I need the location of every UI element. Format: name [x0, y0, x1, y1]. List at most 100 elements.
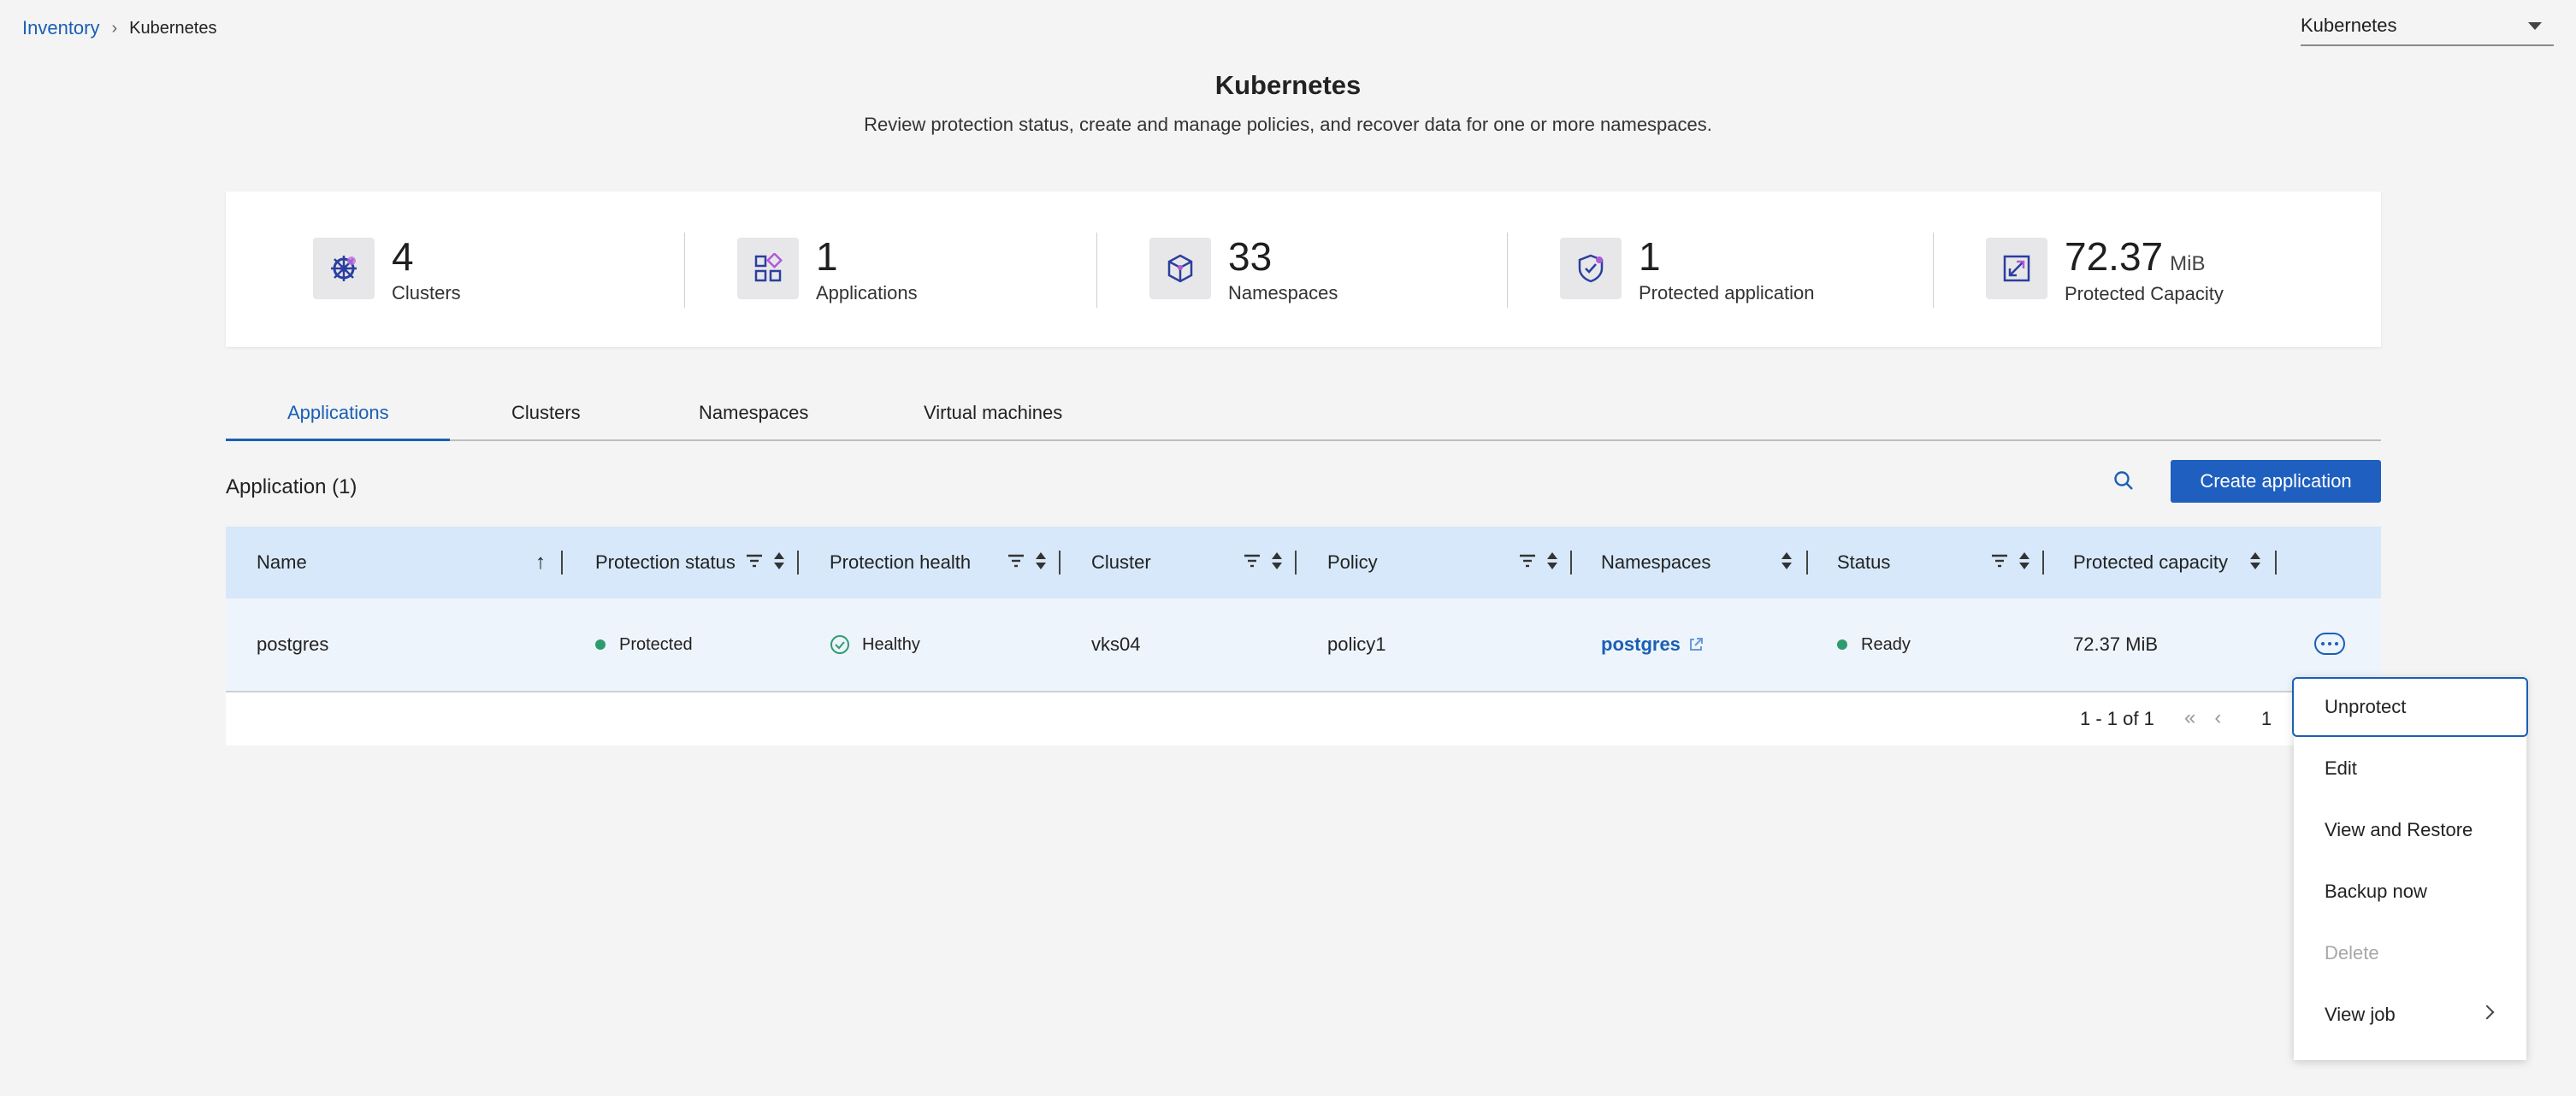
create-application-button[interactable]: Create application — [2171, 460, 2381, 503]
sort-icon[interactable] — [2249, 551, 2261, 575]
table-row[interactable]: postgres Protected Healthy vks04 policy1… — [226, 598, 2381, 692]
column-resizer[interactable] — [2042, 551, 2044, 575]
status-dot-icon — [595, 639, 606, 650]
stat-clusters-value: 4 — [392, 234, 414, 279]
col-protected-capacity-header[interactable]: Protected capacity — [2073, 527, 2228, 598]
protection-status-text: Protected — [619, 634, 693, 654]
stat-clusters-label: Clusters — [392, 282, 461, 303]
divider — [684, 233, 685, 308]
caret-down-icon — [2528, 21, 2542, 30]
divider — [1507, 233, 1508, 308]
stat-applications-label: Applications — [816, 282, 918, 303]
cell-status: Ready — [1837, 598, 1911, 691]
stat-protected-apps: 1 Protected application — [1560, 234, 1815, 304]
product-select[interactable]: Kubernetes — [2301, 7, 2554, 46]
menu-item-view-restore[interactable]: View and Restore — [2294, 800, 2526, 860]
col-policy-header[interactable]: Policy — [1327, 527, 1378, 598]
sort-icon[interactable] — [1546, 551, 1558, 575]
page-subtitle: Review protection status, create and man… — [864, 114, 1712, 135]
stat-namespaces-label: Namespaces — [1228, 282, 1338, 303]
filter-icon[interactable] — [1991, 554, 2008, 572]
breadcrumb-inventory-link[interactable]: Inventory — [22, 17, 100, 39]
stat-capacity-label: Protected Capacity — [2065, 283, 2224, 304]
stat-clusters: 4 Clusters — [313, 234, 461, 304]
previous-page-icon[interactable]: ‹ — [2214, 706, 2221, 730]
stat-capacity-unit: MiB — [2170, 252, 2206, 275]
tab-bar: Applications Clusters Namespaces Virtual… — [226, 393, 2381, 441]
pagination-range: 1 - 1 of 1 — [2080, 708, 2154, 729]
col-namespaces-header[interactable]: Namespaces — [1601, 527, 1710, 598]
cell-cluster: vks04 — [1091, 633, 1141, 655]
cell-name: postgres — [257, 633, 329, 655]
filter-icon[interactable] — [1007, 554, 1025, 572]
cell-policy: policy1 — [1327, 633, 1386, 655]
first-page-icon[interactable]: « — [2184, 706, 2195, 730]
expand-icon — [1986, 238, 2047, 299]
kubernetes-wheel-icon — [313, 238, 375, 299]
status-dot-icon — [1837, 639, 1847, 650]
search-icon — [2114, 471, 2133, 490]
menu-item-backup-now[interactable]: Backup now — [2294, 862, 2526, 922]
stat-protected-apps-value: 1 — [1639, 234, 1661, 279]
col-protection-status-header[interactable]: Protection status — [595, 527, 736, 598]
menu-item-unprotect[interactable]: Unprotect — [2292, 677, 2528, 737]
column-resizer[interactable] — [797, 551, 799, 575]
product-select-value: Kubernetes — [2301, 15, 2397, 36]
check-circle-icon — [830, 635, 849, 654]
col-protection-health-header[interactable]: Protection health — [830, 527, 971, 598]
column-resizer[interactable] — [1570, 551, 1572, 575]
stat-capacity: 72.37 MiB Protected Capacity — [1986, 237, 2224, 305]
breadcrumb: Inventory › Kubernetes — [22, 17, 216, 39]
column-resizer[interactable] — [1806, 551, 1808, 575]
shield-check-icon — [1560, 238, 1622, 299]
row-actions-button[interactable] — [2314, 633, 2345, 655]
col-cluster-header[interactable]: Cluster — [1091, 527, 1151, 598]
stat-capacity-value: 72.37 — [2065, 234, 2164, 279]
cell-protection-status: Protected — [595, 598, 693, 691]
sort-icon[interactable] — [2018, 551, 2030, 575]
sort-icon[interactable] — [1271, 551, 1283, 575]
summary-card: 4 Clusters 1 Applications 33 Namespaces … — [226, 192, 2381, 347]
stat-applications: 1 Applications — [737, 234, 918, 304]
column-resizer[interactable] — [561, 551, 563, 575]
sort-icon[interactable] — [773, 551, 785, 575]
applications-table: Name ↑ Protection status Protection heal… — [226, 527, 2381, 745]
chevron-right-icon — [2479, 1005, 2495, 1020]
menu-item-view-job-label: View job — [2325, 1004, 2396, 1025]
sort-icon[interactable] — [1035, 551, 1047, 575]
col-name-header[interactable]: Name — [257, 527, 307, 598]
cube-icon — [1149, 238, 1211, 299]
filter-icon[interactable] — [1244, 554, 1261, 572]
column-resizer[interactable] — [1295, 551, 1297, 575]
menu-item-view-job[interactable]: View job — [2294, 985, 2526, 1045]
sort-asc-icon[interactable]: ↑ — [535, 551, 546, 575]
col-status-header[interactable]: Status — [1837, 527, 1890, 598]
column-resizer[interactable] — [2275, 551, 2277, 575]
cell-namespaces: postgres — [1601, 598, 1705, 691]
more-dots-icon — [2328, 642, 2331, 645]
external-link-icon[interactable] — [1687, 636, 1705, 653]
menu-item-delete: Delete — [2325, 942, 2379, 963]
tab-virtual-machines[interactable]: Virtual machines — [924, 402, 1062, 424]
column-resizer[interactable] — [1059, 551, 1061, 575]
filter-icon[interactable] — [1519, 554, 1536, 572]
current-page[interactable]: 1 — [2261, 708, 2272, 730]
divider — [1096, 233, 1097, 308]
cell-protection-health: Healthy — [830, 598, 920, 691]
tab-namespaces[interactable]: Namespaces — [699, 402, 808, 424]
tab-applications[interactable]: Applications — [287, 402, 389, 424]
filter-icon[interactable] — [746, 554, 763, 572]
active-tab-indicator — [226, 439, 450, 441]
stat-applications-value: 1 — [816, 234, 838, 279]
stat-protected-apps-label: Protected application — [1639, 282, 1815, 303]
divider — [1933, 233, 1934, 308]
table-header-row: Name ↑ Protection status Protection heal… — [226, 527, 2381, 598]
more-dots-icon — [2321, 642, 2325, 645]
sort-icon[interactable] — [1781, 551, 1793, 575]
tab-clusters[interactable]: Clusters — [511, 402, 581, 424]
apps-grid-icon — [737, 238, 799, 299]
search-button[interactable] — [2111, 467, 2136, 494]
namespace-link[interactable]: postgres — [1601, 633, 1681, 656]
menu-item-edit[interactable]: Edit — [2294, 739, 2526, 798]
cell-protected-capacity: 72.37 MiB — [2073, 633, 2159, 655]
